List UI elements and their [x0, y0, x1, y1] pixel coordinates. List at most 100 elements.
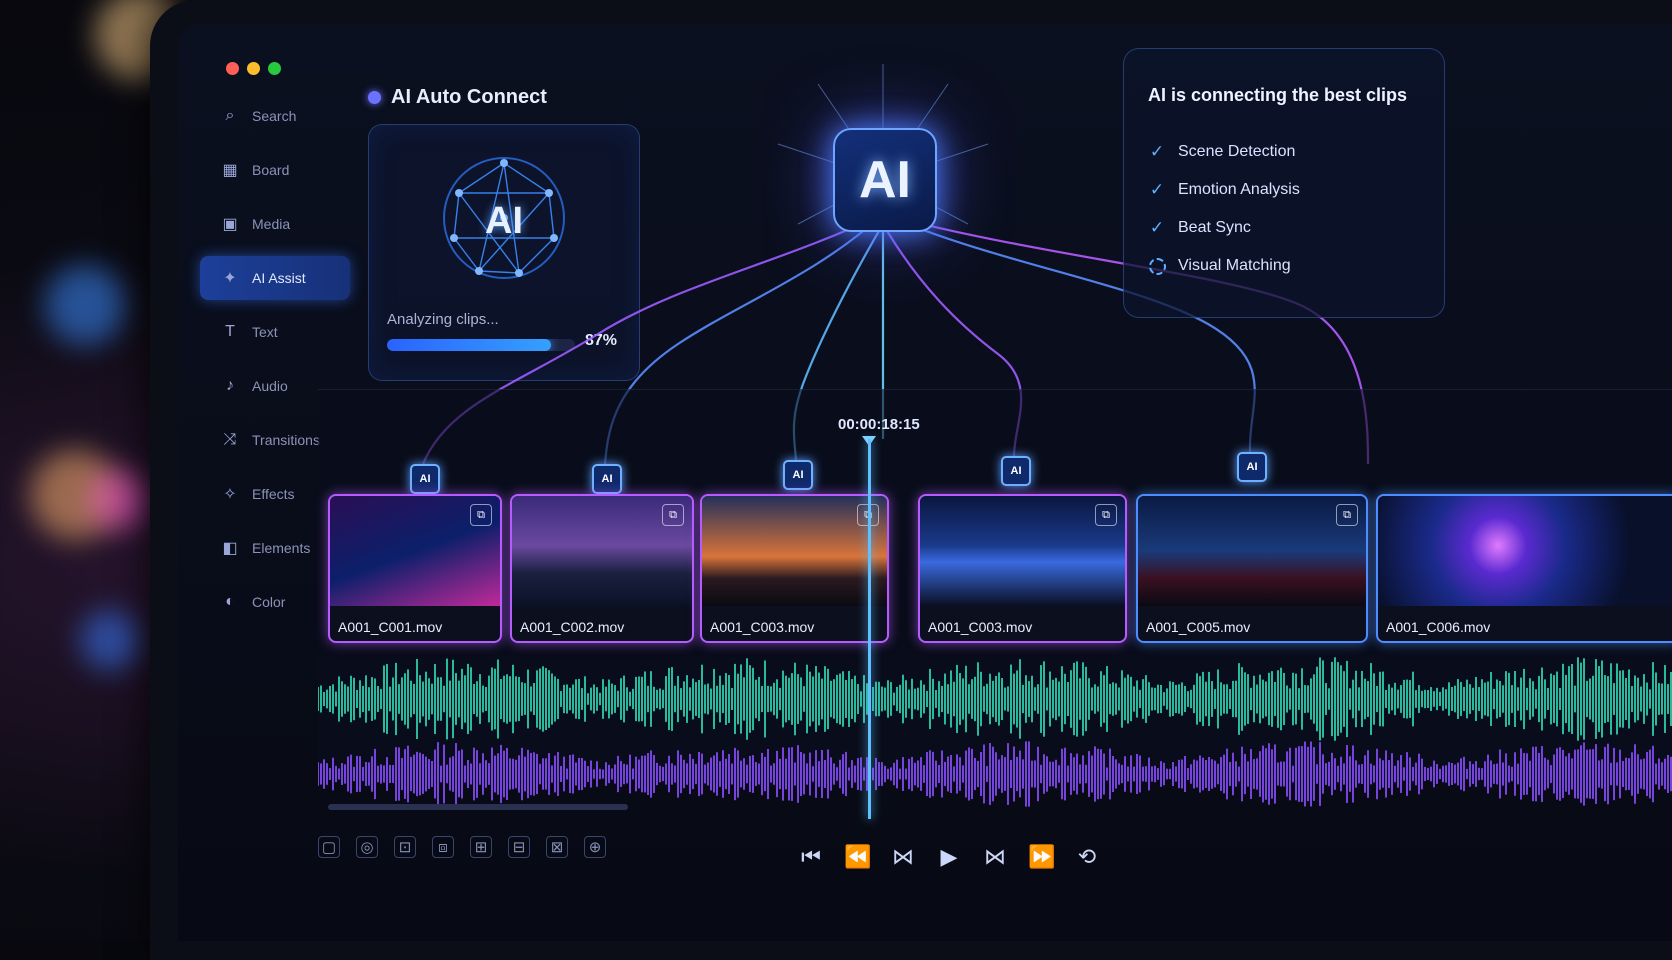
audio-icon: ♪: [226, 377, 234, 394]
sidebar-item-label: Color: [252, 594, 286, 610]
playhead-timecode: 00:00:18:15: [838, 416, 920, 433]
window-controls: [226, 62, 281, 75]
editor-screen: ⌕ Search ▦ Board ▣ Media ✦ AI Assist T Text ♪…: [178, 24, 1672, 941]
sidebar-item-ai-assist[interactable]: ✦ AI Assist: [200, 256, 350, 300]
ai-connect-node[interactable]: AI: [783, 460, 813, 490]
audio-track-purple[interactable]: [318, 739, 1672, 809]
timeline-clip[interactable]: ⧉ A001_C005.mov: [1136, 494, 1368, 643]
sidebar-item-board[interactable]: ▦ Board: [200, 148, 350, 192]
board-icon: ▦: [222, 162, 238, 179]
bokeh-light: [90, 470, 150, 530]
next-edit-icon[interactable]: ⋈: [982, 844, 1008, 870]
checkmark-icon: ✓: [1149, 142, 1165, 161]
status-step: Visual Matching: [1148, 247, 1300, 285]
ai-connect-node[interactable]: AI: [410, 464, 440, 494]
checkmark-icon: ✓: [1149, 180, 1165, 199]
loop-icon[interactable]: ⟲: [1074, 844, 1100, 870]
sidebar-item-text[interactable]: T Text: [200, 310, 350, 354]
clip-name: A001_C005.mov: [1146, 619, 1251, 635]
clip-name: A001_C001.mov: [338, 619, 443, 635]
magnet-tool-icon[interactable]: ⊞: [470, 836, 492, 858]
analysis-progress-bar: [387, 339, 575, 351]
effects-icon: ✧: [223, 486, 237, 503]
sidebar-item-label: Board: [252, 162, 290, 178]
snap-tool-icon[interactable]: ⧈: [432, 836, 454, 858]
color-icon: ◐: [225, 593, 235, 610]
status-step-list: ✓ Scene Detection ✓ Emotion Analysis ✓ Beat…: [1148, 133, 1300, 285]
media-icon: ▣: [222, 216, 238, 233]
bokeh-light: [80, 610, 140, 670]
ripple-tool-icon[interactable]: ⊡: [394, 836, 416, 858]
analysis-progress-fill: [387, 339, 551, 351]
zoom-window-button[interactable]: [268, 62, 281, 75]
analysis-status: Analyzing clips...: [387, 311, 499, 328]
search-icon: ⌕: [225, 107, 235, 124]
prev-edit-icon[interactable]: ⋈: [890, 844, 916, 870]
link-tool-icon[interactable]: ⊠: [546, 836, 568, 858]
sidebar-item-label: Text: [252, 324, 278, 340]
analysis-card: AI Analyzing clips... 87%: [368, 124, 640, 381]
razor-tool-icon[interactable]: ◎: [356, 836, 378, 858]
clip-name: A001_C003.mov: [928, 619, 1033, 635]
timeline-clip[interactable]: ⧉ A001_C003.mov: [700, 494, 889, 643]
ai-connect-node[interactable]: AI: [1001, 456, 1031, 486]
close-window-button[interactable]: [226, 62, 239, 75]
timeline-tools: ▢ ◎ ⊡ ⧈ ⊞ ⊟ ⊠ ⊕: [318, 836, 606, 858]
sidebar-item-media[interactable]: ▣ Media: [200, 202, 350, 246]
minimize-window-button[interactable]: [247, 62, 260, 75]
playhead-line[interactable]: [868, 439, 871, 819]
panel-title: AI Auto Connect: [368, 86, 547, 109]
step-forward-icon[interactable]: ⏩: [1028, 844, 1055, 870]
marker-tool-icon[interactable]: ⊟: [508, 836, 530, 858]
ai-connect-node[interactable]: AI: [1237, 452, 1267, 482]
timeline-clip[interactable]: ⧉ A001_C001.mov: [328, 494, 502, 643]
play-icon[interactable]: ▶: [936, 844, 962, 870]
step-back-icon[interactable]: ⏪: [844, 844, 871, 870]
clip-thumbnail: [1378, 496, 1672, 606]
timeline-clip[interactable]: ⧉ A001_C002.mov: [510, 494, 694, 643]
ai-brain-label: AI: [485, 200, 523, 242]
go-to-start-icon[interactable]: ⏮: [798, 844, 824, 870]
panel-title-text: AI Auto Connect: [391, 86, 547, 108]
sidebar-item-label: Effects: [252, 486, 295, 502]
clip-name: A001_C006.mov: [1386, 619, 1491, 635]
status-step: ✓ Beat Sync: [1148, 209, 1300, 247]
checkmark-icon: ✓: [1149, 218, 1165, 237]
bokeh-light: [45, 265, 125, 345]
status-step-label: Visual Matching: [1178, 257, 1291, 274]
sidebar-item-label: Media: [252, 216, 291, 232]
elements-icon: ◧: [222, 540, 238, 557]
status-step-label: Scene Detection: [1178, 143, 1296, 160]
link-icon: ⧉: [470, 504, 492, 526]
transport-controls: ⏮ ⏪ ⋈ ▶ ⋈ ⏩ ⟲: [798, 844, 1100, 870]
clip-name: A001_C002.mov: [520, 619, 625, 635]
transitions-icon: ⤨: [223, 431, 237, 448]
timeline-scrollbar[interactable]: [328, 804, 628, 810]
analysis-progress-text: 87%: [585, 332, 618, 349]
status-step: ✓ Emotion Analysis: [1148, 171, 1300, 209]
clip-thumbnail: [1138, 496, 1366, 606]
ai-core-chip: AI: [833, 128, 937, 232]
status-dot-icon: [368, 91, 381, 104]
sidebar-item-label: Transitions: [252, 432, 320, 448]
zoom-tool-icon[interactable]: ⊕: [584, 836, 606, 858]
timeline-clip[interactable]: ⧉ A001_C003.mov: [918, 494, 1127, 643]
ai-status-card: AI is connecting the best clips ✓ Scene D…: [1123, 48, 1445, 318]
clip-name: A001_C003.mov: [710, 619, 815, 635]
loading-spinner-icon: [1148, 257, 1166, 275]
link-icon: ⧉: [662, 504, 684, 526]
status-card-title: AI is connecting the best clips: [1148, 85, 1408, 105]
audio-track-teal[interactable]: [318, 654, 1672, 744]
sidebar-item-label: Elements: [252, 540, 311, 556]
timeline-clip[interactable]: A001_C006.mov: [1376, 494, 1672, 643]
ai-assist-icon: ✦: [223, 270, 237, 287]
sidebar-item-label: Search: [252, 108, 297, 124]
status-step: ✓ Scene Detection: [1148, 133, 1300, 171]
text-icon: T: [225, 323, 235, 340]
select-tool-icon[interactable]: ▢: [318, 836, 340, 858]
ai-connect-node[interactable]: AI: [592, 464, 622, 494]
status-step-label: Beat Sync: [1178, 219, 1251, 236]
link-icon: ⧉: [1336, 504, 1358, 526]
sidebar-item-search[interactable]: ⌕ Search: [200, 94, 350, 138]
sidebar-item-label: AI Assist: [252, 270, 306, 286]
